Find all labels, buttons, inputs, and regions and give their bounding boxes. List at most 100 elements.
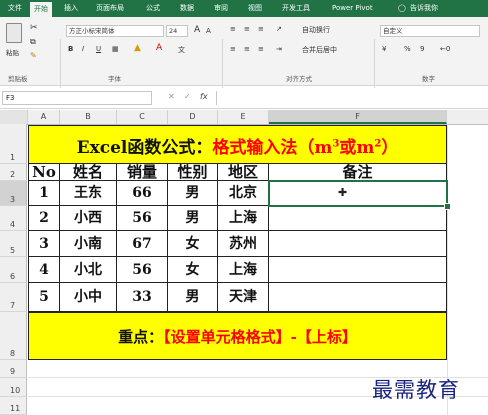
table-cell[interactable]: [269, 283, 447, 312]
row-header-11[interactable]: 11: [0, 397, 27, 415]
percent-button[interactable]: %: [404, 45, 411, 53]
orientation-icon[interactable]: ↗: [276, 25, 282, 33]
align-top-icon[interactable]: ≡: [230, 25, 236, 33]
table-cell[interactable]: 男: [168, 181, 218, 206]
fill-handle[interactable]: [444, 203, 451, 210]
column-header-f[interactable]: F: [269, 110, 447, 124]
paste-icon[interactable]: [6, 23, 22, 43]
tab-data[interactable]: 数据: [180, 0, 194, 17]
table-cell[interactable]: 上海: [218, 206, 269, 231]
align-middle-icon[interactable]: ≡: [244, 25, 250, 33]
table-cell[interactable]: 小中: [60, 283, 117, 312]
table-cell[interactable]: 56: [117, 206, 168, 231]
row-header-5[interactable]: 5: [0, 231, 27, 257]
bold-button[interactable]: B: [68, 45, 73, 53]
row-header-10[interactable]: 10: [0, 378, 27, 397]
column-header-d[interactable]: D: [168, 110, 218, 124]
tab-file[interactable]: 文件: [8, 0, 22, 17]
currency-icon[interactable]: ¥: [382, 45, 386, 53]
merge-center-button[interactable]: 合并后居中: [302, 45, 337, 55]
tab-insert[interactable]: 插入: [64, 0, 78, 17]
table-cell[interactable]: 男: [168, 206, 218, 231]
tab-developer[interactable]: 开发工具: [282, 0, 310, 17]
align-bottom-icon[interactable]: ≡: [258, 25, 264, 33]
underline-button[interactable]: U: [96, 45, 101, 53]
select-all-corner[interactable]: [0, 110, 28, 124]
table-cell[interactable]: 小北: [60, 257, 117, 283]
name-box[interactable]: F3: [2, 91, 152, 105]
table-cell[interactable]: 33: [117, 283, 168, 312]
table-cell[interactable]: [269, 206, 447, 231]
table-cell[interactable]: 4: [29, 257, 60, 283]
function-icon[interactable]: fx: [200, 92, 208, 101]
font-name-select[interactable]: 方正小标宋简体: [66, 25, 164, 37]
row-header-1[interactable]: 1: [0, 124, 27, 164]
tab-view[interactable]: 视图: [248, 0, 262, 17]
tab-formulas[interactable]: 公式: [146, 0, 160, 17]
title-cell[interactable]: Excel函数公式：格式输入法（m3或m2）: [28, 125, 447, 164]
table-cell[interactable]: 66: [117, 181, 168, 206]
cancel-icon[interactable]: ✕: [168, 92, 175, 101]
header-cell-gender[interactable]: 性别: [168, 164, 218, 181]
header-cell-region[interactable]: 地区: [218, 164, 269, 181]
row-header-2[interactable]: 2: [0, 164, 27, 181]
font-color-icon[interactable]: A: [156, 43, 162, 53]
copy-icon[interactable]: ⧉: [30, 37, 36, 47]
table-cell[interactable]: 北京: [218, 181, 269, 206]
wrap-text-button[interactable]: 自动换行: [302, 25, 330, 35]
table-cell[interactable]: 2: [29, 206, 60, 231]
comma-button[interactable]: 9: [420, 45, 424, 53]
align-center-icon[interactable]: ≡: [244, 45, 250, 53]
phonetic-icon[interactable]: 文: [178, 45, 185, 55]
row-header-4[interactable]: 4: [0, 206, 27, 231]
column-header-e[interactable]: E: [218, 110, 269, 124]
table-cell[interactable]: 56: [117, 257, 168, 283]
table-cell[interactable]: 女: [168, 231, 218, 257]
format-painter-icon[interactable]: ✎: [30, 51, 37, 60]
table-cell[interactable]: [269, 257, 447, 283]
column-header-a[interactable]: A: [28, 110, 60, 124]
table-cell[interactable]: 小西: [60, 206, 117, 231]
row-header-6[interactable]: 6: [0, 257, 27, 283]
tab-power-pivot[interactable]: Power Pivot: [332, 0, 373, 17]
table-cell[interactable]: 67: [117, 231, 168, 257]
column-header-b[interactable]: B: [60, 110, 117, 124]
number-format-select[interactable]: 自定义: [380, 25, 480, 37]
tell-me-box[interactable]: 告诉我你: [410, 0, 438, 17]
tab-review[interactable]: 审阅: [214, 0, 228, 17]
header-cell-name[interactable]: 姓名: [60, 164, 117, 181]
fill-color-icon[interactable]: ▲: [134, 43, 141, 53]
increase-font-button[interactable]: A: [194, 25, 200, 35]
table-cell[interactable]: 5: [29, 283, 60, 312]
cut-icon[interactable]: ✂: [30, 23, 38, 33]
header-cell-sales[interactable]: 销量: [117, 164, 168, 181]
align-right-icon[interactable]: ≡: [258, 45, 264, 53]
confirm-icon[interactable]: ✓: [184, 92, 191, 101]
tab-home[interactable]: 开始: [30, 2, 52, 17]
align-left-icon[interactable]: ≡: [230, 45, 236, 53]
table-cell[interactable]: 女: [168, 257, 218, 283]
table-cell[interactable]: 3: [29, 231, 60, 257]
row-header-7[interactable]: 7: [0, 283, 27, 312]
borders-icon[interactable]: ▦: [112, 45, 119, 53]
table-cell[interactable]: 王东: [60, 181, 117, 206]
table-cell[interactable]: 1: [29, 181, 60, 206]
formula-input[interactable]: [216, 91, 487, 105]
italic-button[interactable]: I: [82, 45, 84, 53]
table-cell[interactable]: 小南: [60, 231, 117, 257]
row-header-3[interactable]: 3: [0, 181, 27, 206]
font-size-select[interactable]: 24: [166, 25, 188, 37]
table-cell[interactable]: 上海: [218, 257, 269, 283]
table-cell[interactable]: 苏州: [218, 231, 269, 257]
row-header-9[interactable]: 9: [0, 360, 27, 378]
table-cell[interactable]: 天津: [218, 283, 269, 312]
decrease-font-button[interactable]: A: [206, 27, 211, 35]
row-header-8[interactable]: 8: [0, 312, 27, 360]
footer-cell[interactable]: 重点：【设置单元格格式】-【上标】: [28, 312, 447, 360]
table-cell[interactable]: 男: [168, 283, 218, 312]
column-header-c[interactable]: C: [117, 110, 168, 124]
increase-decimal-icon[interactable]: ←0: [440, 45, 450, 53]
table-cell[interactable]: [269, 231, 447, 257]
header-cell-no[interactable]: No: [29, 164, 60, 181]
tab-page-layout[interactable]: 页面布局: [96, 0, 124, 17]
